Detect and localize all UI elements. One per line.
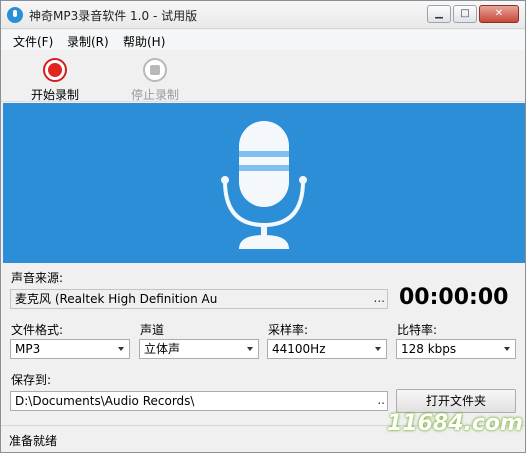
stop-record-label: 停止录制 bbox=[130, 88, 179, 102]
format-label: 文件格式: bbox=[11, 323, 64, 337]
timer-display: 00:00:00 bbox=[399, 285, 509, 310]
bitrate-value: 128 kbps bbox=[401, 342, 457, 356]
watermark-text: 11684.com bbox=[387, 411, 523, 436]
maximize-button[interactable]: □ bbox=[453, 5, 477, 23]
menu-file[interactable]: 文件(F) bbox=[13, 33, 53, 50]
stop-icon bbox=[143, 58, 167, 82]
title-bar[interactable]: 神奇MP3录音软件 1.0 - 试用版 ▁ □ ✕ bbox=[1, 1, 525, 29]
format-select[interactable]: MP3 bbox=[10, 339, 130, 359]
bitrate-label: 比特率: bbox=[397, 323, 438, 337]
samplerate-label: 采样率: bbox=[268, 323, 309, 337]
saveto-label: 保存到: bbox=[11, 373, 52, 387]
source-field[interactable]: 麦克风 (Realtek High Definition Au ... bbox=[10, 289, 388, 309]
chevron-down-icon bbox=[247, 347, 253, 351]
channel-value: 立体声 bbox=[144, 342, 181, 356]
stop-record-button[interactable]: 停止录制 bbox=[120, 54, 190, 102]
channel-select[interactable]: 立体声 bbox=[139, 339, 259, 359]
minimize-button[interactable]: ▁ bbox=[427, 5, 451, 23]
app-logo-icon bbox=[7, 7, 23, 23]
start-record-button[interactable]: 开始录制 bbox=[20, 54, 90, 102]
start-record-label: 开始录制 bbox=[30, 88, 79, 102]
menu-help[interactable]: 帮助(H) bbox=[123, 33, 165, 50]
format-value: MP3 bbox=[15, 342, 41, 356]
microphone-banner bbox=[3, 103, 525, 263]
source-browse-button[interactable]: ... bbox=[374, 290, 385, 306]
menu-bar: 文件(F) 录制(R) 帮助(H) bbox=[1, 30, 525, 50]
chevron-down-icon bbox=[504, 347, 510, 351]
status-text: 准备就绪 bbox=[9, 434, 58, 448]
saveto-browse-button[interactable]: .. bbox=[377, 392, 385, 408]
samplerate-select[interactable]: 44100Hz bbox=[267, 339, 387, 359]
watermark: 11684.com bbox=[367, 407, 525, 447]
menu-record[interactable]: 录制(R) bbox=[67, 33, 109, 50]
window-title: 神奇MP3录音软件 1.0 - 试用版 bbox=[29, 9, 198, 23]
source-label: 声音来源: bbox=[11, 271, 64, 285]
saveto-field[interactable]: D:\Documents\Audio Records\ .. bbox=[10, 391, 388, 411]
chevron-down-icon bbox=[375, 347, 381, 351]
toolbar: 开始录制 停止录制 bbox=[1, 50, 525, 102]
chevron-down-icon bbox=[118, 347, 124, 351]
channel-label: 声道 bbox=[140, 323, 165, 337]
record-icon bbox=[43, 58, 67, 82]
saveto-value: D:\Documents\Audio Records\ bbox=[15, 394, 195, 408]
samplerate-value: 44100Hz bbox=[272, 342, 326, 356]
close-button[interactable]: ✕ bbox=[479, 5, 519, 23]
microphone-icon bbox=[221, 121, 307, 249]
source-value: 麦克风 (Realtek High Definition Au bbox=[15, 292, 218, 306]
app-window: 神奇MP3录音软件 1.0 - 试用版 ▁ □ ✕ 文件(F) 录制(R) 帮助… bbox=[0, 0, 526, 453]
bitrate-select[interactable]: 128 kbps bbox=[396, 339, 516, 359]
